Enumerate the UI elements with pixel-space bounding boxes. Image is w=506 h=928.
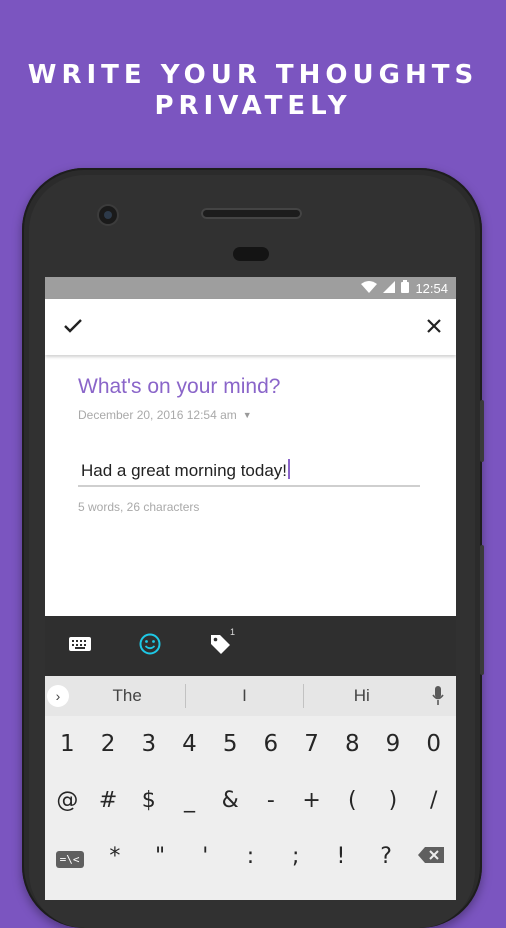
wifi-icon: [361, 280, 378, 296]
status-bar: 12:54: [45, 277, 456, 299]
emoji-button[interactable]: [115, 633, 185, 660]
soft-keyboard: › The I Hi 1 2 3 4 5 6 7 8 9 0 @ # $ _ &…: [45, 676, 456, 900]
smiley-icon: [139, 633, 161, 660]
key[interactable]: 4: [169, 731, 210, 757]
keyboard-row-symbols: @ # $ _ & - + ( ) /: [45, 772, 456, 828]
suggestion-strip: › The I Hi: [45, 676, 456, 716]
key[interactable]: $: [128, 788, 169, 813]
keyboard-row-numbers: 1 2 3 4 5 6 7 8 9 0: [45, 716, 456, 772]
key[interactable]: 0: [413, 731, 454, 757]
key[interactable]: !: [318, 844, 363, 869]
keyboard-row-more-symbols: =\< * " ' : ; ! ?: [45, 828, 456, 884]
suggestion-3[interactable]: Hi: [304, 686, 420, 706]
promo-line-2: PRIVATELY: [154, 91, 352, 121]
battery-icon: [401, 280, 410, 296]
proximity-sensor: [233, 247, 269, 261]
editor-toolbar: 1: [45, 616, 456, 676]
key[interactable]: &: [210, 788, 251, 813]
key[interactable]: -: [251, 788, 292, 813]
entry-editor: What's on your mind? December 20, 2016 1…: [45, 355, 456, 594]
key[interactable]: 7: [291, 731, 332, 757]
key[interactable]: ": [137, 844, 182, 869]
status-time: 12:54: [415, 280, 448, 296]
entry-body-underline: [78, 485, 420, 487]
earpiece-speaker: [201, 208, 302, 219]
tag-icon: [209, 633, 231, 660]
key[interactable]: ;: [273, 844, 318, 869]
entry-date-selector[interactable]: December 20, 2016 12:54 am ▼: [78, 408, 252, 422]
entry-date: December 20, 2016 12:54 am: [78, 408, 237, 422]
key[interactable]: #: [88, 788, 129, 813]
keyboard-icon: [69, 636, 91, 656]
promo-headline: WRITE YOUR THOUGHTS PRIVATELY: [0, 60, 506, 122]
key[interactable]: 9: [373, 731, 414, 757]
key[interactable]: 1: [47, 731, 88, 757]
key[interactable]: ': [183, 844, 228, 869]
text-cursor: [288, 459, 291, 479]
front-camera: [99, 206, 117, 224]
key[interactable]: @: [47, 788, 88, 813]
key[interactable]: 2: [88, 731, 129, 757]
microphone-icon[interactable]: [420, 686, 456, 706]
key[interactable]: *: [92, 844, 137, 869]
suggestion-2[interactable]: I: [186, 686, 302, 706]
key[interactable]: ?: [364, 844, 409, 869]
app-bar: [45, 299, 456, 355]
check-icon[interactable]: [63, 314, 83, 340]
tag-button[interactable]: 1: [185, 627, 255, 660]
tag-count-badge: 1: [230, 626, 236, 637]
dropdown-caret-icon: ▼: [242, 410, 252, 420]
entry-body-text: Had a great morning today!: [81, 461, 288, 480]
suggestion-1[interactable]: The: [69, 686, 185, 706]
key[interactable]: 6: [251, 731, 292, 757]
entry-body-field[interactable]: Had a great morning today!: [81, 459, 291, 481]
key[interactable]: /: [413, 788, 454, 813]
keyboard-toggle-button[interactable]: [45, 636, 115, 656]
phone-side-button: [480, 400, 484, 462]
key[interactable]: +: [291, 788, 332, 813]
symbols-switch-key[interactable]: =\<: [47, 843, 92, 869]
phone-volume-button: [480, 545, 484, 675]
key[interactable]: 8: [332, 731, 373, 757]
word-count-stats: 5 words, 26 characters: [78, 500, 200, 514]
symbols-switch-label: =\<: [55, 851, 84, 868]
phone-screen: 12:54 What's on your mind? December 20, …: [45, 277, 456, 900]
key[interactable]: :: [228, 844, 273, 869]
key[interactable]: (: [332, 788, 373, 813]
key[interactable]: 5: [210, 731, 251, 757]
backspace-icon[interactable]: [409, 843, 454, 869]
close-icon[interactable]: [426, 314, 442, 340]
key[interactable]: 3: [128, 731, 169, 757]
entry-title-placeholder[interactable]: What's on your mind?: [78, 375, 280, 399]
promo-line-1: WRITE YOUR THOUGHTS: [27, 60, 479, 90]
chevron-right-icon[interactable]: ›: [47, 685, 69, 707]
cell-signal-icon: [383, 280, 396, 296]
key[interactable]: ): [373, 788, 414, 813]
key[interactable]: _: [169, 788, 210, 813]
